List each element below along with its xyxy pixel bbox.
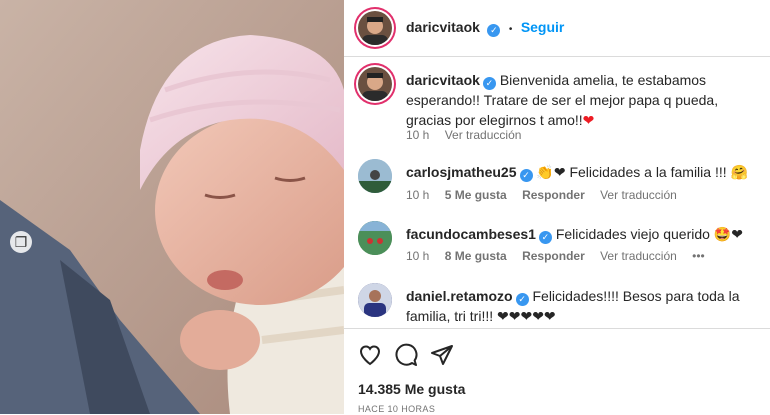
comment-3: daniel.retamozo ✓ Felicidades!!!! Besos p… bbox=[406, 286, 756, 326]
comment-likes[interactable]: 5 Me gusta bbox=[445, 188, 507, 202]
caption-time[interactable]: 10 h bbox=[406, 128, 429, 142]
post-time: HACE 10 HORAS bbox=[358, 404, 436, 414]
post-header: daricvitaok ✓ • Seguir bbox=[344, 0, 770, 57]
author-line: daricvitaok ✓ • Seguir bbox=[406, 19, 564, 37]
comment-2: facundocambeses1 ✓ Felicidades viejo quer… bbox=[406, 224, 756, 244]
caption-avatar[interactable] bbox=[358, 67, 392, 101]
comment-time[interactable]: 10 h bbox=[406, 249, 429, 263]
likes-count[interactable]: 14.385 Me gusta bbox=[358, 381, 465, 397]
reply-button[interactable]: Responder bbox=[522, 188, 585, 202]
reply-button[interactable]: Responder bbox=[522, 249, 585, 263]
post-actions: 14.385 Me gusta HACE 10 HORAS bbox=[344, 328, 770, 415]
comment-avatar[interactable] bbox=[358, 283, 392, 317]
translate-link[interactable]: Ver traducción bbox=[600, 188, 677, 202]
verified-icon: ✓ bbox=[538, 231, 552, 244]
comment-2-meta: 10 h 8 Me gusta Responder Ver traducción… bbox=[406, 249, 717, 263]
comment-icon[interactable] bbox=[394, 343, 418, 367]
comment-time[interactable]: 10 h bbox=[406, 188, 429, 202]
verified-icon: ✓ bbox=[487, 24, 501, 37]
comment-1-meta: 10 h 5 Me gusta Responder Ver traducción bbox=[406, 188, 689, 202]
comment-username[interactable]: carlosjmatheu25 bbox=[406, 164, 517, 180]
dot-separator: • bbox=[508, 24, 513, 35]
follow-button[interactable]: Seguir bbox=[521, 19, 565, 35]
post-caption: daricvitaok ✓ Bienvenida amelia, te estab… bbox=[406, 70, 756, 130]
verified-icon: ✓ bbox=[515, 293, 529, 306]
post-details-panel: daricvitaok ✓ • Seguir daricvitaok ✓ Bien… bbox=[344, 0, 770, 414]
post-image[interactable]: ❐ bbox=[0, 0, 344, 414]
comment-likes[interactable]: 8 Me gusta bbox=[445, 249, 507, 263]
comment-username[interactable]: facundocambeses1 bbox=[406, 226, 536, 242]
gallery-icon[interactable]: ❐ bbox=[10, 231, 32, 253]
comment-text: 👏❤ Felicidades a la familia !!! 🤗 bbox=[536, 164, 748, 180]
comment-text: Felicidades viejo querido 🤩❤ bbox=[555, 226, 743, 242]
heart-emoji: ❤ bbox=[582, 112, 595, 128]
author-username[interactable]: daricvitaok bbox=[406, 19, 480, 35]
author-avatar[interactable] bbox=[358, 11, 392, 45]
heart-icon[interactable] bbox=[358, 343, 382, 367]
avatar-image bbox=[358, 221, 392, 255]
comment-username[interactable]: daniel.retamozo bbox=[406, 288, 513, 304]
translate-link[interactable]: Ver traducción bbox=[600, 249, 677, 263]
verified-icon: ✓ bbox=[519, 169, 533, 182]
avatar-image bbox=[362, 17, 388, 45]
verified-icon: ✓ bbox=[482, 77, 496, 90]
comment-avatar[interactable] bbox=[358, 221, 392, 255]
avatar-image bbox=[362, 73, 388, 101]
share-icon[interactable] bbox=[430, 343, 454, 367]
caption-translate[interactable]: Ver traducción bbox=[445, 128, 522, 142]
avatar-image bbox=[358, 159, 392, 193]
avatar-image bbox=[358, 283, 392, 317]
caption-username[interactable]: daricvitaok bbox=[406, 72, 480, 88]
newborn-photo bbox=[0, 0, 344, 414]
comment-avatar[interactable] bbox=[358, 159, 392, 193]
caption-meta: 10 h Ver traducción bbox=[406, 128, 533, 142]
comment-1: carlosjmatheu25 ✓ 👏❤ Felicidades a la fam… bbox=[406, 162, 756, 182]
more-options-icon[interactable]: ••• bbox=[692, 249, 705, 263]
